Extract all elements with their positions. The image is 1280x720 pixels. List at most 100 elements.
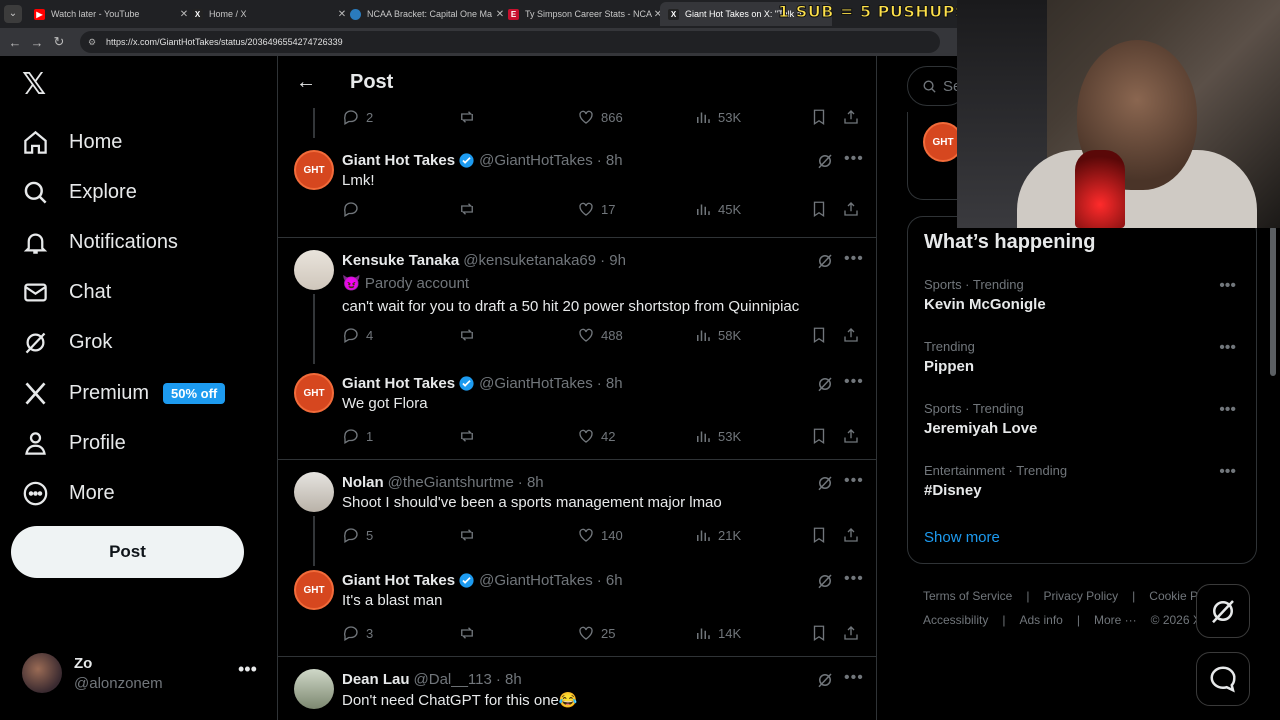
avatar[interactable]: GHT: [294, 570, 334, 610]
like-button[interactable]: 42: [577, 427, 615, 445]
like-button[interactable]: 488: [577, 326, 623, 344]
grok-icon[interactable]: [816, 252, 834, 270]
views-button[interactable]: 53K: [694, 108, 741, 126]
timestamp[interactable]: · 8h: [597, 375, 623, 392]
author-handle[interactable]: @Dal__113: [414, 671, 492, 688]
tab-ncaa[interactable]: NCAA Bracket: Capital One Ma ✕: [342, 2, 514, 26]
reply-button[interactable]: 4: [342, 326, 373, 344]
trend-item[interactable]: Sports · Trending Kevin McGonigle •••: [924, 277, 1246, 313]
grok-icon[interactable]: [816, 671, 834, 689]
nav-chat[interactable]: Chat: [22, 276, 111, 308]
views-button[interactable]: 45K: [694, 200, 741, 218]
author-name[interactable]: Giant Hot Takes: [342, 572, 455, 589]
reply-button[interactable]: [342, 200, 366, 218]
account-switcher[interactable]: Zo @alonzonem •••: [22, 653, 262, 695]
timestamp[interactable]: · 6h: [597, 572, 623, 589]
share-button[interactable]: [842, 326, 866, 344]
more-dots-icon[interactable]: •••: [1219, 401, 1236, 419]
trend-item[interactable]: Entertainment · Trending #Disney •••: [924, 463, 1246, 499]
nav-profile[interactable]: Profile: [22, 427, 126, 459]
reload-icon[interactable]: ↻: [48, 34, 70, 50]
like-button[interactable]: 25: [577, 624, 615, 642]
show-more-link[interactable]: Show more: [924, 529, 1000, 546]
grok-floating-button[interactable]: [1196, 584, 1250, 638]
trend-item[interactable]: Sports · Trending Jeremiyah Love •••: [924, 401, 1246, 437]
author-handle[interactable]: @kensuketanaka69: [463, 252, 596, 269]
repost-button[interactable]: [458, 200, 482, 218]
forward-arrow-icon[interactable]: →: [26, 35, 48, 50]
footer-more-link[interactable]: More ···: [1094, 613, 1137, 627]
x-logo-icon[interactable]: 𝕏: [22, 70, 52, 100]
avatar[interactable]: [294, 472, 334, 512]
reply-button[interactable]: 3: [342, 624, 373, 642]
share-button[interactable]: [842, 427, 866, 445]
author-name[interactable]: Nolan: [342, 474, 384, 491]
tab-search-icon[interactable]: ⌄: [4, 5, 22, 23]
more-dots-icon[interactable]: •••: [844, 250, 864, 268]
author-name[interactable]: Kensuke Tanaka: [342, 252, 459, 269]
reply-button[interactable]: 1: [342, 427, 373, 445]
nav-notifications[interactable]: Notifications: [22, 226, 178, 258]
more-dots-icon[interactable]: •••: [1219, 463, 1236, 481]
repost-button[interactable]: [458, 326, 482, 344]
bookmark-button[interactable]: [810, 108, 834, 126]
tab-youtube[interactable]: ▶ Watch later - YouTube ✕: [26, 2, 198, 26]
repost-button[interactable]: [458, 624, 482, 642]
timestamp[interactable]: · 8h: [518, 474, 544, 491]
grok-icon[interactable]: [816, 375, 834, 393]
share-button[interactable]: [842, 624, 866, 642]
nav-home[interactable]: Home: [22, 126, 122, 158]
author-handle[interactable]: @theGiantshurtme: [388, 474, 514, 491]
repost-button[interactable]: [458, 427, 482, 445]
author-handle[interactable]: @GiantHotTakes: [479, 152, 593, 169]
author-name[interactable]: Giant Hot Takes: [342, 375, 455, 392]
like-button[interactable]: 866: [577, 108, 623, 126]
nav-explore[interactable]: Explore: [22, 176, 137, 208]
nav-more[interactable]: More: [22, 477, 115, 509]
bookmark-button[interactable]: [810, 624, 834, 642]
author-name[interactable]: Dean Lau: [342, 671, 410, 688]
share-button[interactable]: [842, 108, 866, 126]
bookmark-button[interactable]: [810, 427, 834, 445]
nav-premium[interactable]: Premium 50% off: [22, 377, 226, 409]
nav-grok[interactable]: Grok: [22, 326, 112, 358]
privacy-link[interactable]: Privacy Policy: [1043, 589, 1118, 603]
more-dots-icon[interactable]: •••: [1219, 339, 1236, 357]
grok-icon[interactable]: [816, 474, 834, 492]
site-info-icon[interactable]: ⚙: [88, 37, 100, 47]
url-field[interactable]: ⚙ https://x.com/GiantHotTakes/status/203…: [80, 31, 940, 53]
more-dots-icon[interactable]: •••: [238, 659, 257, 680]
terms-link[interactable]: Terms of Service: [923, 589, 1012, 603]
reply-button[interactable]: 2: [342, 108, 373, 126]
share-button[interactable]: [842, 200, 866, 218]
back-arrow-icon[interactable]: ←: [296, 71, 336, 94]
tab-espn[interactable]: E Ty Simpson Career Stats - NCAA ✕: [500, 2, 672, 26]
views-button[interactable]: 58K: [694, 326, 741, 344]
avatar[interactable]: [294, 669, 334, 709]
reply-button[interactable]: 5: [342, 526, 373, 544]
ads-info-link[interactable]: Ads info: [1019, 613, 1062, 627]
tab-home-x[interactable]: X Home / X ✕: [184, 2, 356, 26]
timestamp[interactable]: · 8h: [496, 671, 522, 688]
views-button[interactable]: 14K: [694, 624, 741, 642]
author-name[interactable]: Giant Hot Takes: [342, 152, 455, 169]
grok-icon[interactable]: [816, 152, 834, 170]
more-dots-icon[interactable]: •••: [844, 472, 864, 490]
timestamp[interactable]: · 8h: [597, 152, 623, 169]
author-handle[interactable]: @GiantHotTakes: [479, 375, 593, 392]
avatar[interactable]: GHT: [294, 373, 334, 413]
avatar[interactable]: GHT: [294, 150, 334, 190]
post-button[interactable]: Post: [11, 526, 244, 578]
grok-icon[interactable]: [816, 572, 834, 590]
more-dots-icon[interactable]: •••: [844, 570, 864, 588]
chat-floating-button[interactable]: [1196, 652, 1250, 706]
like-button[interactable]: 17: [577, 200, 615, 218]
bookmark-button[interactable]: [810, 200, 834, 218]
trend-item[interactable]: Trending Pippen •••: [924, 339, 1246, 375]
scrollbar[interactable]: [1270, 226, 1276, 376]
more-dots-icon[interactable]: •••: [844, 150, 864, 168]
share-button[interactable]: [842, 526, 866, 544]
accessibility-link[interactable]: Accessibility: [923, 613, 988, 627]
more-dots-icon[interactable]: •••: [844, 373, 864, 391]
bookmark-button[interactable]: [810, 526, 834, 544]
